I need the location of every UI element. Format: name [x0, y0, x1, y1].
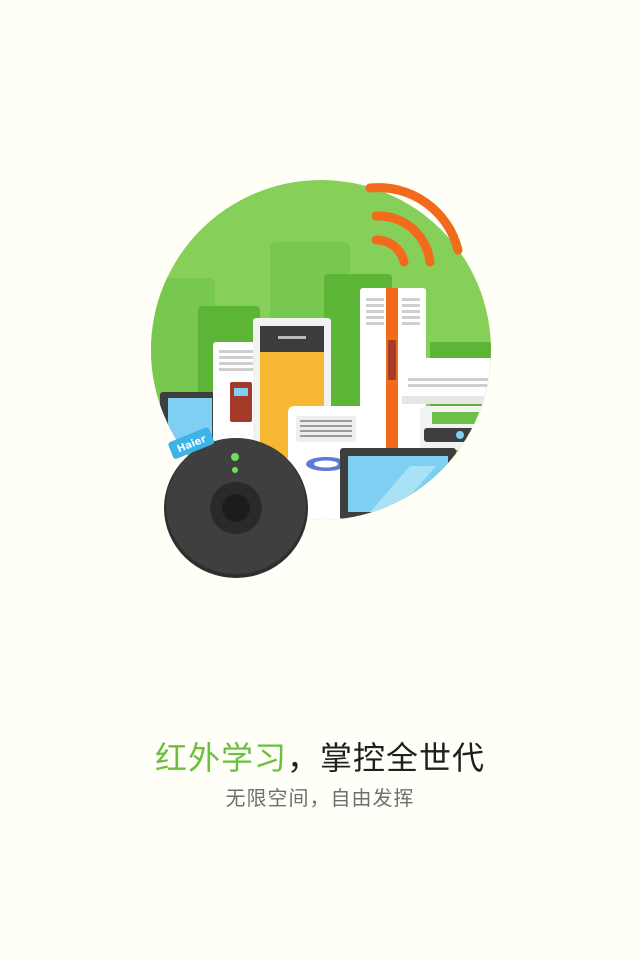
smart-speaker-icon	[164, 438, 308, 578]
appliances-illustration: Haier	[151, 180, 491, 578]
headline-rest: ，掌控全世代	[287, 739, 486, 777]
subheadline: 无限空间，自由发挥	[225, 786, 415, 810]
headline-accent: 红外学习	[154, 739, 287, 777]
headline: 红外学习，掌控全世代	[0, 738, 640, 778]
